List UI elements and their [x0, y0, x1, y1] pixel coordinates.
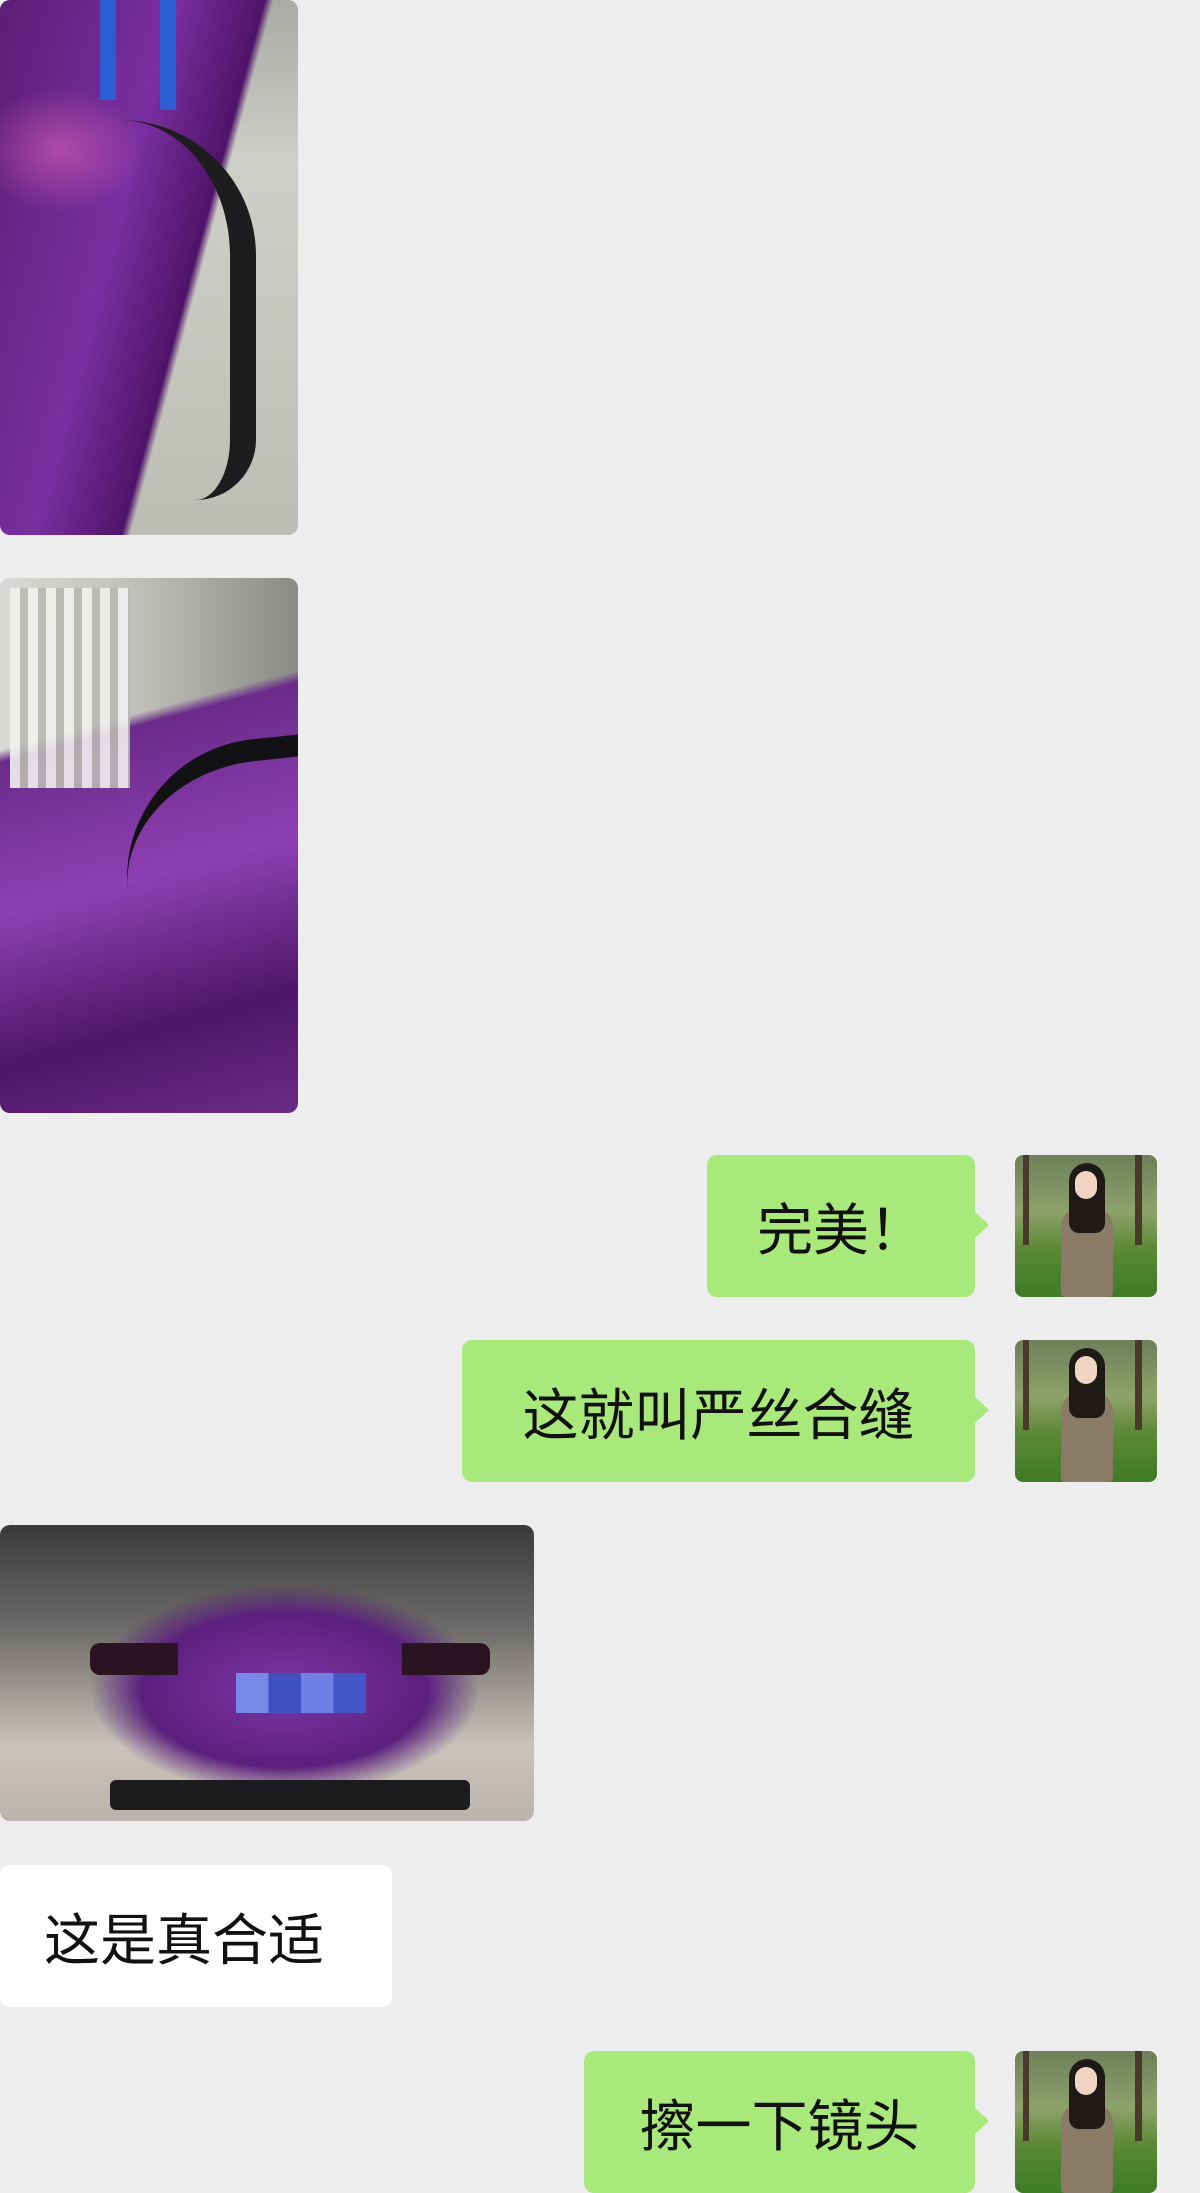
message-text: 完美！ [757, 1198, 925, 1264]
avatar-tree [1135, 2051, 1142, 2141]
chat-image-car-rear[interactable] [0, 1525, 534, 1821]
message-text: 这是真合适 [44, 1908, 324, 1974]
chat-image-spoiler-top[interactable] [0, 0, 298, 535]
avatar-tree [1135, 1340, 1142, 1430]
carbon-spoiler [120, 120, 256, 500]
carbon-spoiler [113, 732, 298, 896]
outgoing-message-bubble[interactable]: 完美！ [707, 1155, 989, 1297]
avatar-face [1075, 1171, 1097, 1199]
rear-diffuser [110, 1780, 470, 1810]
avatar-tree [1023, 1340, 1029, 1430]
lift-post [160, 0, 176, 110]
avatar-face [1075, 1356, 1097, 1384]
chat-image-spoiler-side[interactable] [0, 578, 298, 1113]
avatar-tree [1023, 2051, 1029, 2141]
incoming-message-bubble[interactable]: 这是真合适 [0, 1865, 392, 2007]
avatar-tree [1135, 1155, 1142, 1245]
lift-post [100, 0, 116, 100]
blurred-license-plate [236, 1673, 366, 1713]
user-avatar[interactable] [1015, 1340, 1157, 1482]
message-text: 这就叫严丝合缝 [522, 1383, 915, 1449]
outgoing-message-bubble[interactable]: 这就叫严丝合缝 [462, 1340, 989, 1482]
user-avatar[interactable] [1015, 2051, 1157, 2193]
avatar-tree [1023, 1155, 1029, 1245]
tail-lights [90, 1643, 490, 1675]
outgoing-message-bubble[interactable]: 擦一下镜头 [584, 2051, 989, 2193]
message-text: 擦一下镜头 [639, 2094, 920, 2160]
user-avatar[interactable] [1015, 1155, 1157, 1297]
avatar-face [1075, 2067, 1097, 2095]
workshop-racks [10, 588, 130, 788]
